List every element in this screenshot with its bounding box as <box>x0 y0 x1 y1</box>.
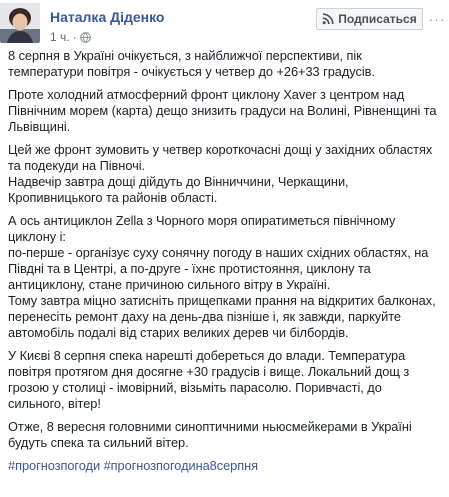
post-text-line: Півдні та в Центрі, а по-друге - їхнє пр… <box>8 261 371 276</box>
post-body: 8 серпня в Україні очікується, з найближ… <box>8 48 444 481</box>
subscribe-button[interactable]: Подписаться <box>316 8 423 30</box>
author-name[interactable]: Наталка Діденко <box>50 9 164 25</box>
post-text-line: по-перше - організує суху сонячну погоду… <box>8 245 429 260</box>
hashtag[interactable]: #прогнозпогоди <box>8 458 100 473</box>
post-text-line: антициклону, стане причиною сильного віт… <box>8 277 331 292</box>
avatar-image <box>0 3 40 43</box>
hashtag[interactable]: #прогнозпогодина8серпня <box>104 458 259 473</box>
post-paragraph: А ось антициклон Zella з Чорного моря оп… <box>8 213 444 341</box>
post-paragraph: 8 серпня в Україні очікується, з найближ… <box>8 48 444 80</box>
post-text-line: та подекуди на Півночі. <box>8 158 146 173</box>
more-icon[interactable]: ··· <box>428 11 446 27</box>
post-text-line: будуть спека та сильний вітер. <box>8 435 189 450</box>
globe-icon <box>79 31 91 43</box>
post-text-line: Північним морем (карта) дещо знизить гра… <box>8 103 437 118</box>
post-text-line: сильного, вітер! <box>8 396 101 411</box>
post-paragraph: Цей же фронт зумовить у четвер короткоча… <box>8 142 444 206</box>
post-text-line: Кропивницького та районів області. <box>8 190 218 205</box>
post-header: Наталка Діденко 1 ч. · Подписаться ··· <box>0 0 449 44</box>
post-text-line: А ось антициклон Zella з Чорного моря оп… <box>8 213 396 228</box>
post-text-line: температури повітря - очікується у четве… <box>8 64 375 79</box>
subscribe-label: Подписаться <box>338 12 417 26</box>
post-paragraph: У Києві 8 серпня спека нарешті доберетьс… <box>8 348 444 412</box>
post-text-line: Надвечір завтра дощі дійдуть до Вінниччи… <box>8 174 349 189</box>
rss-icon <box>322 13 334 25</box>
post-text-line: Проте холодний атмосферний фронт циклону… <box>8 87 405 102</box>
avatar[interactable] <box>0 3 40 43</box>
post-text-line: 8 серпня в Україні очікується, з найближ… <box>8 48 362 63</box>
post-text-line: Львівщині. <box>8 119 71 134</box>
post-text: 8 серпня в Україні очікується, з найближ… <box>8 48 444 451</box>
post-text-line: перенесіть ремонт даху на день-два пізні… <box>8 309 401 324</box>
post-text-line: Тому завтра міцно затисніть прищепками п… <box>8 293 436 308</box>
post-paragraph: Проте холодний атмосферний фронт циклону… <box>8 87 444 135</box>
post-text-line: циклону і: <box>8 229 66 244</box>
facebook-post: Наталка Діденко 1 ч. · Подписаться ··· 8… <box>0 0 449 497</box>
post-meta: 1 ч. · <box>50 30 91 44</box>
post-text-line: Отже, 8 вересня головними синоптичними н… <box>8 419 412 434</box>
post-text-line: повітря протягом дня досягне +30 градусі… <box>8 364 410 379</box>
post-text-line: грозою у столиці - імовірний, візьміть п… <box>8 380 382 395</box>
post-text-line: У Києві 8 серпня спека нарешті доберетьс… <box>8 348 406 363</box>
post-text-line: автомобіль подалі від старих великих дер… <box>8 325 349 340</box>
post-paragraph: Отже, 8 вересня головними синоптичними н… <box>8 419 444 451</box>
post-time[interactable]: 1 ч. <box>50 30 70 44</box>
hashtag-list: #прогнозпогоди #прогнозпогодина8серпня <box>8 458 444 474</box>
post-text-line: Цей же фронт зумовить у четвер короткоча… <box>8 142 433 157</box>
